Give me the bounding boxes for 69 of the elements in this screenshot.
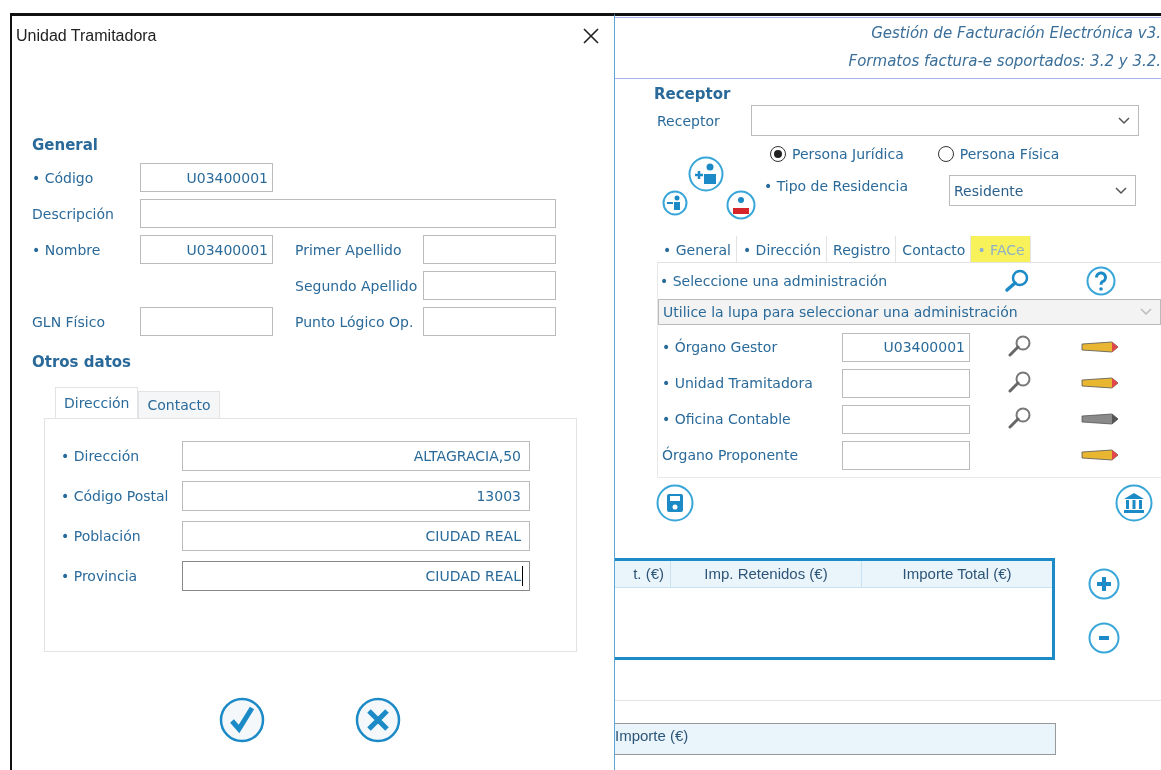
radio-option[interactable]: Persona Jurídica [770,146,904,162]
pencil-icon[interactable] [1080,376,1120,390]
input-field[interactable]: U03400001 [140,163,273,192]
input-field[interactable]: ALTAGRACIA,50 [182,441,530,471]
field-label: • Código Postal [61,488,170,504]
add-icon[interactable] [1088,568,1120,600]
add-person-icon[interactable] [688,156,724,192]
input-field[interactable] [842,440,970,470]
input-field[interactable] [842,404,970,434]
field-label: • Tipo de Residencia [764,177,909,194]
field-label: Punto Lógico Op. [294,313,415,330]
residence-dropdown[interactable]: Residente [949,175,1136,206]
radio-option[interactable]: Persona Física [937,146,1060,162]
column-header: t. (€) [615,561,671,587]
search-icon[interactable] [1006,335,1032,359]
field-label: • Provincia [61,568,139,584]
people-icon[interactable] [726,190,756,220]
help-icon[interactable] [1086,266,1116,296]
field-label: • Unidad Tramitadora [662,375,814,391]
tab[interactable]: Dirección [55,387,139,418]
field-label: Primer Apellido [294,241,403,258]
field-label: • Nombre [32,241,102,258]
input-field[interactable] [140,307,273,336]
search-icon[interactable] [1006,371,1032,395]
field-label: Descripción [32,205,115,222]
field-label: • Población [61,528,142,544]
remove-person-icon[interactable] [662,190,688,216]
section-heading: Receptor [654,85,732,103]
bank-icon[interactable] [1115,484,1153,522]
field-label: Órgano Proponente [662,447,799,463]
field-label: • Seleccione una administración [660,273,889,289]
field-label: • Órgano Gestor [662,339,779,355]
chevron-icon [1140,308,1152,316]
field-label: • Oficina Contable [662,411,792,427]
pencil-icon[interactable] [1080,340,1120,354]
column-header: Imp. Retenidos (€) [671,561,862,587]
tab[interactable]: Contacto [138,391,220,418]
dialog-title: Unidad Tramitadora [16,27,157,45]
input-field[interactable] [423,271,556,300]
input-field[interactable]: 13003 [182,481,530,511]
section-heading: Otros datos [32,353,133,371]
chevron-icon [1118,116,1130,125]
input-field[interactable] [423,235,556,264]
search-icon[interactable] [1004,269,1030,293]
input-field[interactable]: CIUDAD REAL [182,521,530,551]
app-subtitle: Formatos factura-e soportados: 3.2 y 3.2. [848,52,1161,70]
receptor-dropdown[interactable] [751,105,1139,136]
app-title: Gestión de Facturación Electrónica v3. [871,24,1161,42]
field-label: • Código [32,169,95,186]
cancel-button[interactable] [355,697,401,743]
chevron-icon [1115,186,1127,195]
save-icon[interactable] [656,484,694,522]
pencil-icon[interactable] [1080,448,1120,462]
search-icon[interactable] [1006,407,1032,431]
input-field[interactable]: U03400001 [140,235,273,264]
input-field[interactable] [423,307,556,336]
field-label: Receptor [656,112,721,129]
section-heading: General [32,136,99,154]
input-field[interactable] [140,199,556,228]
column-header: Importe Total (€) [901,564,1013,584]
field-label: GLN Físico [32,313,106,330]
input-field[interactable]: CIUDAD REAL [182,561,530,591]
column-header: Importe (€) [615,726,690,746]
field-label: • Dirección [61,448,141,464]
confirm-button[interactable] [219,697,265,743]
input-field[interactable]: U03400001 [842,332,970,362]
remove-icon[interactable] [1088,622,1120,654]
input-field[interactable] [842,368,970,398]
field-label: Segundo Apellido [294,277,419,294]
